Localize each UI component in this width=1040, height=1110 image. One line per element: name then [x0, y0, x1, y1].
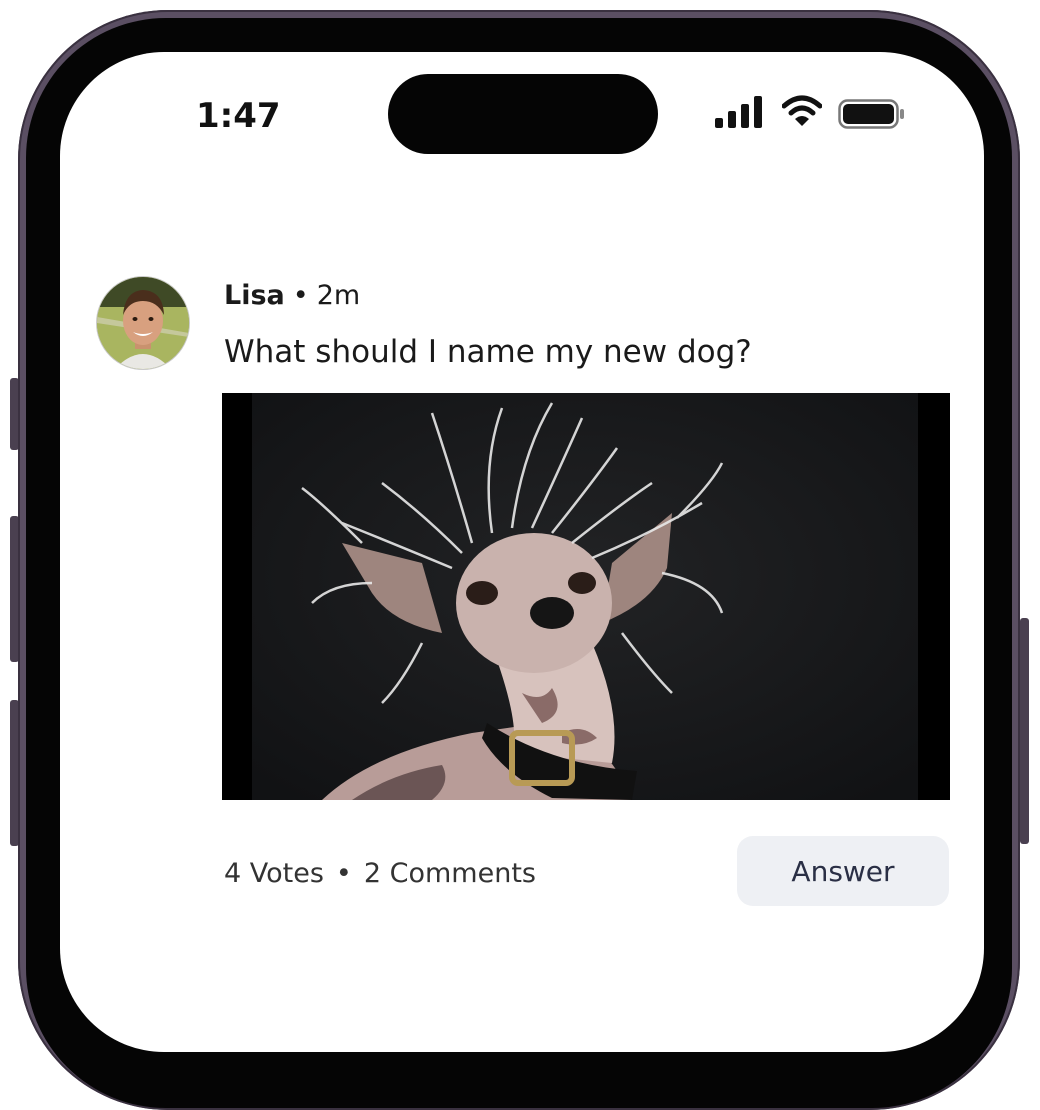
- dog-photo[interactable]: [222, 393, 950, 800]
- power-button: [1020, 618, 1029, 844]
- votes-count[interactable]: 4 Votes: [224, 858, 324, 889]
- dog-photo-image: [222, 393, 950, 800]
- battery-icon: [838, 99, 904, 129]
- post-author[interactable]: Lisa: [224, 280, 285, 311]
- post-question[interactable]: What should I name my new dog?: [224, 334, 752, 370]
- wifi-icon: [782, 95, 822, 126]
- header-separator: •: [292, 280, 309, 311]
- post-stats: 4 Votes • 2 Comments: [224, 858, 536, 889]
- phone-screen: 1:47 Lisa • 2m What should I name my new…: [60, 52, 984, 1052]
- answer-button[interactable]: Answer: [737, 836, 949, 906]
- status-time: 1:47: [196, 96, 281, 136]
- post-time: 2m: [316, 280, 361, 311]
- stats-separator: •: [335, 858, 352, 889]
- signal-icon: [715, 96, 762, 128]
- comments-count[interactable]: 2 Comments: [364, 858, 536, 889]
- avatar-image: [97, 277, 189, 369]
- avatar[interactable]: [96, 276, 190, 370]
- post-header: Lisa • 2m: [224, 280, 360, 311]
- dynamic-island: [388, 74, 658, 154]
